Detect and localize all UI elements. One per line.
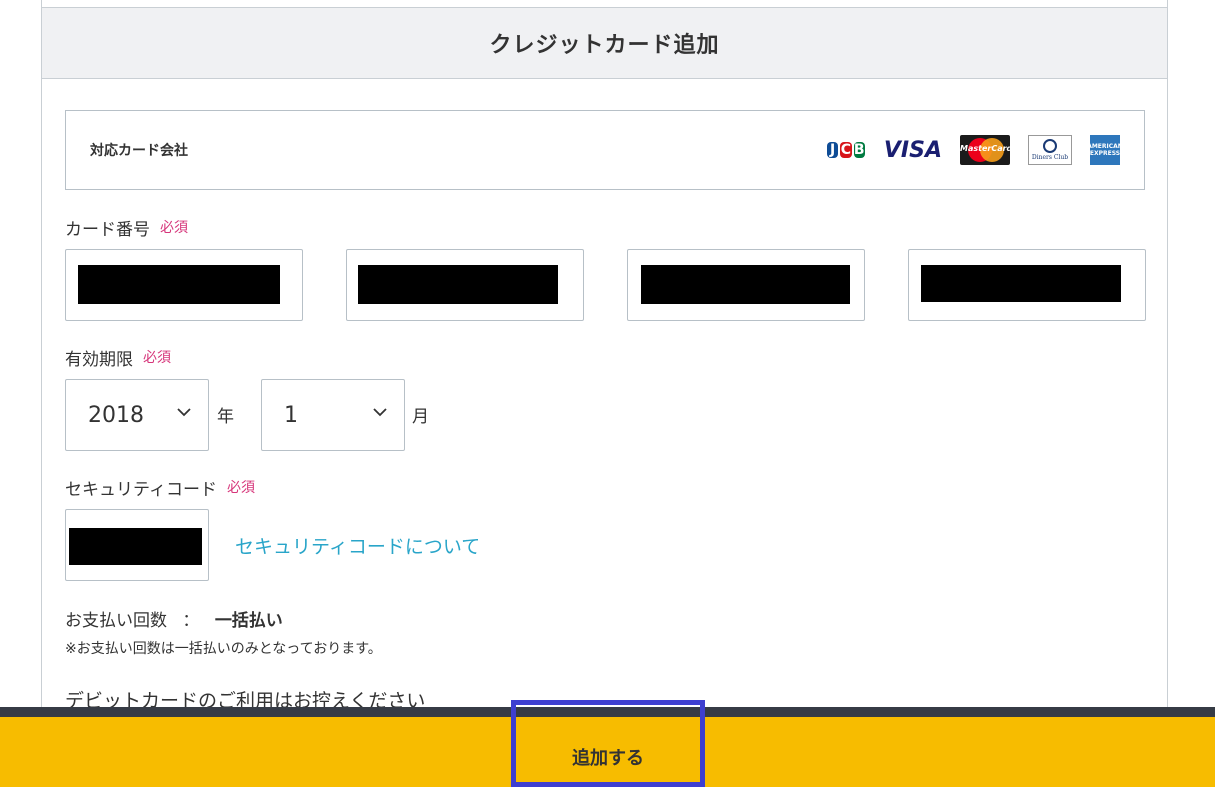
card-number-input-4[interactable] <box>908 249 1146 321</box>
chevron-down-icon <box>177 408 191 417</box>
visa-logo-icon: VISA <box>883 137 942 163</box>
required-badge: 必須 <box>160 220 188 236</box>
redacted-value <box>69 528 202 565</box>
redacted-value <box>358 265 558 304</box>
required-badge: 必須 <box>143 350 171 366</box>
expiry-label: 有効期限 必須 <box>65 344 171 370</box>
redacted-value <box>921 265 1121 302</box>
supported-cards-label: 対応カード会社 <box>90 143 188 159</box>
payment-count-line: お支払い回数 ： 一括払い <box>65 611 283 631</box>
jcb-logo-icon: J C B <box>826 135 866 165</box>
payment-count-note: ※お支払い回数は一括払いのみとなっております。 <box>65 641 382 657</box>
card-number-input-1[interactable] <box>65 249 303 321</box>
page-title: クレジットカード追加 <box>489 33 720 58</box>
add-card-button[interactable]: 追加する <box>511 700 705 787</box>
page: クレジットカード追加 対応カード会社 J C B VISA MasterCard… <box>0 0 1215 787</box>
redacted-value <box>78 265 280 304</box>
month-unit: 月 <box>412 407 429 427</box>
card-brand-logos: J C B VISA MasterCard Diners Club AMERIC… <box>826 135 1123 165</box>
redacted-value <box>641 265 850 304</box>
year-unit: 年 <box>217 407 234 427</box>
expiry-month-select[interactable]: 1 <box>261 379 405 451</box>
amex-logo-icon: AMERICAN EXPRESS <box>1087 135 1123 165</box>
expiry-year-select[interactable]: 2018 <box>65 379 209 451</box>
diners-club-logo-icon: Diners Club <box>1028 135 1072 165</box>
card-number-input-3[interactable] <box>627 249 865 321</box>
card-number-input-2[interactable] <box>346 249 584 321</box>
chevron-down-icon <box>373 408 387 417</box>
card-number-label: カード番号 必須 <box>65 214 188 240</box>
security-code-input[interactable] <box>65 509 209 581</box>
mastercard-logo-icon: MasterCard <box>960 135 1012 165</box>
payment-count-value: 一括払い <box>214 611 283 631</box>
security-code-label: セキュリティコード 必須 <box>65 474 255 500</box>
supported-cards-box: 対応カード会社 J C B VISA MasterCard Diners Clu… <box>65 110 1145 190</box>
panel-header: クレジットカード追加 <box>42 7 1167 79</box>
security-code-help-link[interactable]: セキュリティコードについて <box>235 532 480 559</box>
required-badge: 必須 <box>226 480 255 496</box>
